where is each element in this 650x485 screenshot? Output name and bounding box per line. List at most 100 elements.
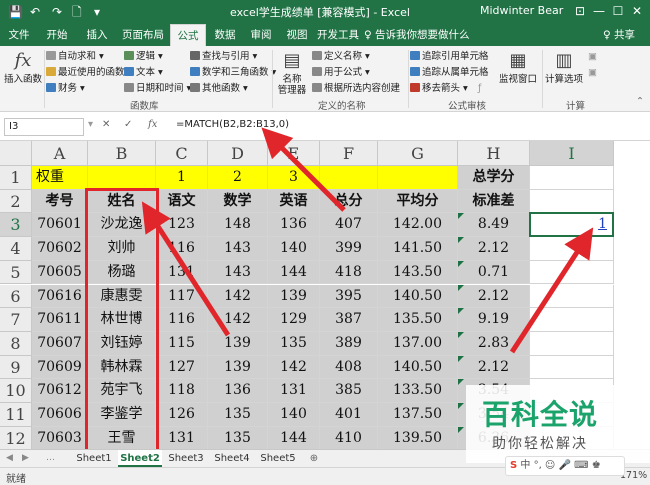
- cell-c7[interactable]: 116: [156, 308, 208, 332]
- cell-i6[interactable]: [530, 284, 614, 309]
- cell-g8[interactable]: 137.00: [378, 331, 458, 356]
- cell-h1[interactable]: 总学分: [458, 166, 530, 190]
- cell-d5[interactable]: 143: [208, 260, 268, 285]
- cell-d9[interactable]: 139: [208, 355, 268, 380]
- cell-g3[interactable]: 142.00: [378, 213, 458, 238]
- column-header-d[interactable]: D: [208, 141, 268, 166]
- name-box[interactable]: I3: [4, 118, 84, 136]
- ime-toolbar[interactable]: S 中 °, ☺ 🎤 ⌨ ♚: [505, 456, 625, 476]
- autosum-button[interactable]: 自动求和 ▾: [46, 51, 104, 63]
- cell-a1[interactable]: 权重: [32, 166, 88, 190]
- header-cell-e[interactable]: 英语: [268, 189, 320, 214]
- cell-c1[interactable]: 1: [156, 166, 208, 190]
- sheet-tab-sheet1[interactable]: Sheet1: [72, 450, 116, 467]
- cell-h4[interactable]: 2.12: [458, 237, 530, 261]
- confirm-entry-icon[interactable]: ✓: [124, 119, 132, 130]
- cell-h8[interactable]: 2.83: [458, 331, 530, 356]
- tab-data[interactable]: 数据: [208, 24, 242, 46]
- use-in-formula-button[interactable]: 用于公式 ▾: [312, 67, 370, 79]
- cell-a5[interactable]: 70605: [32, 260, 88, 285]
- text-button[interactable]: 文本 ▾: [124, 67, 163, 79]
- tab-developer[interactable]: 开发工具: [314, 24, 362, 46]
- tell-me-search[interactable]: ♀ 告诉我你想要做什么: [364, 24, 470, 46]
- undo-icon[interactable]: ↶: [30, 3, 40, 21]
- cell-e6[interactable]: 139: [268, 284, 320, 309]
- cell-f4[interactable]: 399: [320, 237, 378, 261]
- user-name[interactable]: Midwinter Bear: [480, 4, 563, 17]
- tab-home[interactable]: 开始: [40, 24, 74, 46]
- sheet-tab-sheet3[interactable]: Sheet3: [164, 450, 208, 467]
- cell-a4[interactable]: 70602: [32, 237, 88, 261]
- cell-i8[interactable]: [530, 331, 614, 356]
- cell-e9[interactable]: 142: [268, 355, 320, 380]
- calculation-options-button[interactable]: ▥ 计算选项: [544, 50, 584, 85]
- cell-e1[interactable]: 3: [268, 166, 320, 190]
- cell-g12[interactable]: 139.50: [378, 426, 458, 451]
- header-cell-f[interactable]: 总分: [320, 189, 378, 214]
- tab-insert[interactable]: 插入: [80, 24, 114, 46]
- name-manager-button[interactable]: ▤ 名称 管理器: [274, 50, 310, 96]
- cell-c3[interactable]: 123: [156, 213, 208, 238]
- more-sheets-icon[interactable]: …: [46, 450, 55, 467]
- row-header-7[interactable]: 7: [0, 308, 32, 332]
- column-header-g[interactable]: G: [378, 141, 458, 166]
- customize-quick-access-icon[interactable]: ▾: [94, 3, 100, 21]
- header-cell-g[interactable]: 平均分: [378, 189, 458, 214]
- evaluate-formula-icon[interactable]: ƒ: [478, 83, 481, 95]
- row-header-6[interactable]: 6: [0, 284, 32, 309]
- cell-a9[interactable]: 70609: [32, 355, 88, 380]
- column-header-c[interactable]: C: [156, 141, 208, 166]
- cell-e12[interactable]: 144: [268, 426, 320, 451]
- column-header-b[interactable]: B: [88, 141, 156, 166]
- prev-sheet-icon[interactable]: ◀: [6, 450, 13, 467]
- cell-a3[interactable]: 70601: [32, 213, 88, 238]
- define-name-button[interactable]: 定义名称 ▾: [312, 51, 370, 63]
- maximize-button[interactable]: ☐: [609, 3, 627, 19]
- calculate-sheet-icon[interactable]: ▣: [588, 67, 597, 79]
- collapse-ribbon-icon[interactable]: ⌃: [636, 96, 644, 108]
- cell-e3[interactable]: 136: [268, 213, 320, 238]
- cell-i2[interactable]: [530, 189, 614, 214]
- column-header-f[interactable]: F: [320, 141, 378, 166]
- column-header-i[interactable]: I: [530, 141, 614, 166]
- cell-c10[interactable]: 118: [156, 379, 208, 403]
- cell-d11[interactable]: 135: [208, 403, 268, 427]
- cell-e11[interactable]: 140: [268, 403, 320, 427]
- column-header-e[interactable]: E: [268, 141, 320, 166]
- cell-f9[interactable]: 408: [320, 355, 378, 380]
- cell-d6[interactable]: 142: [208, 284, 268, 309]
- insert-function-fx-icon[interactable]: fx: [148, 119, 157, 130]
- row-header-9[interactable]: 9: [0, 355, 32, 380]
- calculate-now-icon[interactable]: ▣: [588, 51, 597, 63]
- cell-f6[interactable]: 395: [320, 284, 378, 309]
- column-header-a[interactable]: A: [32, 141, 88, 166]
- cell-e4[interactable]: 140: [268, 237, 320, 261]
- cell-c6[interactable]: 117: [156, 284, 208, 309]
- tab-review[interactable]: 审阅: [244, 24, 278, 46]
- cell-c12[interactable]: 131: [156, 426, 208, 451]
- row-header-4[interactable]: 4: [0, 237, 32, 261]
- cell-g4[interactable]: 141.50: [378, 237, 458, 261]
- cell-f3[interactable]: 407: [320, 213, 378, 238]
- row-header-10[interactable]: 10: [0, 379, 32, 403]
- next-sheet-icon[interactable]: ▶: [22, 450, 29, 467]
- cell-c4[interactable]: 116: [156, 237, 208, 261]
- financial-button[interactable]: 财务 ▾: [46, 83, 85, 95]
- redo-icon[interactable]: ↷: [52, 3, 62, 21]
- share-button[interactable]: ♀ 共享: [603, 24, 635, 46]
- cell-e7[interactable]: 129: [268, 308, 320, 332]
- create-from-selection-button[interactable]: 根据所选内容创建: [312, 83, 400, 95]
- cell-f1[interactable]: [320, 166, 378, 190]
- cell-d12[interactable]: 135: [208, 426, 268, 451]
- cell-f10[interactable]: 385: [320, 379, 378, 403]
- cell-h7[interactable]: 9.19: [458, 308, 530, 332]
- cell-f5[interactable]: 418: [320, 260, 378, 285]
- cell-i1[interactable]: [530, 166, 614, 190]
- sheet-tab-sheet5[interactable]: Sheet5: [256, 450, 300, 467]
- logical-button[interactable]: 逻辑 ▾: [124, 51, 163, 63]
- cell-g9[interactable]: 140.50: [378, 355, 458, 380]
- cell-h3[interactable]: 8.49: [458, 213, 530, 238]
- cell-d8[interactable]: 139: [208, 331, 268, 356]
- cell-d1[interactable]: 2: [208, 166, 268, 190]
- add-sheet-icon[interactable]: ⊕: [304, 450, 324, 467]
